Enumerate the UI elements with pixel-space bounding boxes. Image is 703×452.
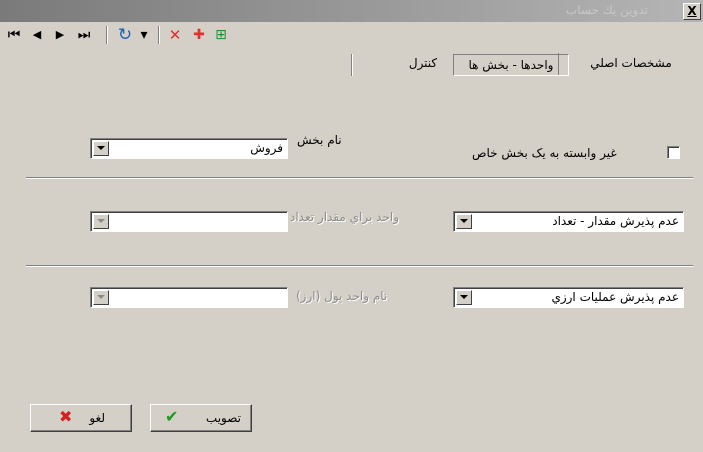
refresh-dropdown-icon[interactable]: ▾: [138, 25, 150, 45]
divider: [26, 265, 693, 267]
section-name-combo[interactable]: فروش: [90, 138, 288, 159]
refresh-icon[interactable]: ↻: [114, 25, 136, 45]
add-icon[interactable]: ✚: [190, 25, 208, 45]
title-bar: تدوين يك حساب X: [0, 0, 703, 22]
close-icon: X: [687, 4, 697, 18]
chevron-down-icon[interactable]: [93, 141, 109, 156]
quantity-mode-value: عدم پذيرش مقدار - تعداد: [552, 214, 679, 228]
tab-units-sections[interactable]: واحدها - بخش ها: [453, 54, 569, 76]
check-icon: ✔: [165, 407, 179, 426]
close-button[interactable]: X: [683, 3, 701, 20]
tab-label: مشخصات اصلي: [590, 56, 672, 70]
last-record-icon[interactable]: ⏭: [76, 25, 92, 45]
tab-label: واحدها - بخش ها: [468, 58, 554, 72]
tab-label: كنترل: [408, 56, 438, 70]
window-title: تدوين يك حساب: [565, 3, 648, 17]
tab-strip: مشخصات اصلي واحدها - بخش ها كنترل: [0, 48, 703, 82]
unit-quantity-label: واحد براي مقدار تعداد: [290, 210, 400, 224]
currency-unit-combo[interactable]: [90, 287, 288, 308]
toolbar: ⏮ ◀ ▶ ⏭ ↻ ▾ ✕ ✚ ⊞: [0, 22, 703, 48]
tab-divider: [351, 54, 353, 76]
cancel-label: لغو: [89, 411, 105, 425]
toolbar-separator: [158, 26, 160, 44]
previous-record-icon[interactable]: ◀: [30, 25, 44, 45]
quantity-mode-combo[interactable]: عدم پذيرش مقدار - تعداد: [453, 211, 684, 232]
tab-main-properties[interactable]: مشخصات اصلي: [558, 53, 703, 75]
independent-checkbox-label: غير وابسته به يک بخش خاص: [472, 146, 617, 160]
divider: [26, 177, 693, 179]
approve-button[interactable]: ✔ تصويب: [150, 404, 252, 432]
toolbar-separator: [106, 26, 108, 44]
approve-label: تصويب: [205, 411, 241, 425]
chevron-down-icon[interactable]: [456, 290, 472, 305]
first-record-icon[interactable]: ⏮: [6, 25, 22, 45]
cross-icon: ✖: [59, 407, 73, 426]
tab-control[interactable]: كنترل: [383, 53, 463, 75]
currency-unit-label: نام واحد پول (ارز): [296, 289, 388, 303]
section-name-value: فروش: [250, 141, 283, 155]
delete-icon[interactable]: ✕: [166, 25, 184, 45]
currency-mode-combo[interactable]: عدم پذيرش عمليات ارزي: [453, 287, 684, 308]
next-record-icon[interactable]: ▶: [53, 25, 67, 45]
section-name-label: نام بخش: [297, 133, 342, 147]
cancel-button[interactable]: ✖ لغو: [30, 404, 132, 432]
unit-quantity-combo[interactable]: [90, 211, 288, 232]
tree-view-icon[interactable]: ⊞: [212, 25, 230, 45]
independent-checkbox[interactable]: [667, 146, 680, 159]
chevron-down-icon[interactable]: [93, 214, 109, 229]
chevron-down-icon[interactable]: [93, 290, 109, 305]
currency-mode-value: عدم پذيرش عمليات ارزي: [551, 290, 679, 304]
chevron-down-icon[interactable]: [456, 214, 472, 229]
